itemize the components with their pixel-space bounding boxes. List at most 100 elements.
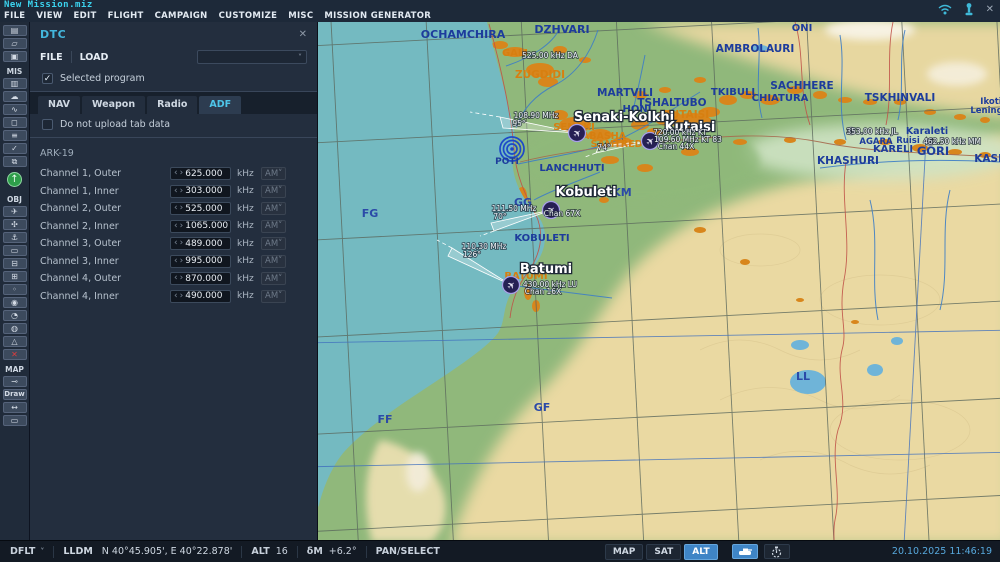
spinner-decrement-icon[interactable]: ‹: [174, 221, 178, 232]
channel-label: Channel 1, Outer: [40, 168, 122, 180]
region-button[interactable]: ▭: [2, 415, 27, 426]
sidebar-group-label-obj: OBJ: [7, 195, 22, 204]
frequency-input[interactable]: ‹ › 625.000: [170, 167, 231, 181]
frequency-input[interactable]: ‹ › 870.000: [170, 272, 231, 286]
toolbar-divider: [70, 51, 72, 63]
batumi-airport-icon[interactable]: ✈: [501, 275, 521, 295]
frequency-input[interactable]: ‹ › 489.000: [170, 237, 231, 251]
coord-format-label[interactable]: LLDM: [63, 546, 92, 557]
tab-nav[interactable]: NAV: [38, 96, 81, 114]
frequency-input[interactable]: ‹ › 1065.000: [170, 219, 231, 233]
save-mission-button[interactable]: ▣: [2, 51, 27, 62]
unit-labels-toggle[interactable]: [731, 544, 758, 559]
spinner-increment-icon[interactable]: ›: [180, 256, 184, 267]
modulation-value: AM: [265, 168, 279, 179]
map-city-label: LANCHHUTI: [539, 163, 604, 174]
menu-item-file[interactable]: FILE: [4, 11, 25, 21]
menu-item-mission-generator[interactable]: MISSION GENERATOR: [324, 11, 431, 21]
draw-button[interactable]: Draw: [2, 389, 27, 400]
route-tool-button[interactable]: ∿: [2, 104, 27, 115]
map-annotation: 70°: [493, 212, 507, 221]
senaki-kolkhi-airport-icon[interactable]: ✈: [567, 123, 587, 143]
selected-program-checkbox[interactable]: ✓: [42, 72, 53, 84]
chevron-down-icon: ˅: [278, 256, 283, 267]
profile-value: DFLT: [10, 546, 36, 557]
map-city-label: ZUGDIDI: [515, 69, 565, 81]
frequency-input[interactable]: ‹ › 303.000: [170, 184, 231, 198]
map-annotation: 74°: [597, 143, 611, 152]
map-grid-label: GF: [534, 401, 551, 414]
spinner-decrement-icon[interactable]: ‹: [174, 186, 178, 197]
open-mission-button[interactable]: ▱: [2, 38, 27, 49]
add-carriage-button[interactable]: ⊞: [2, 271, 27, 282]
menu-item-misc[interactable]: MISC: [288, 11, 313, 21]
frequency-input[interactable]: ‹ › 525.000: [170, 202, 231, 216]
layer-button-alt[interactable]: ALT: [684, 543, 718, 560]
frequency-value: 995.000: [185, 256, 223, 267]
new-mission-button[interactable]: ▤: [2, 25, 27, 36]
tab-adf[interactable]: ADF: [199, 96, 242, 114]
spinner-increment-icon[interactable]: ›: [180, 168, 184, 179]
menu-item-campaign[interactable]: CAMPAIGN: [155, 11, 208, 21]
do-not-upload-checkbox[interactable]: [42, 118, 53, 130]
spinner-decrement-icon[interactable]: ‹: [174, 203, 178, 214]
tab-weapon[interactable]: Weapon: [82, 96, 146, 114]
network-icon[interactable]: [938, 4, 952, 15]
menu-item-view[interactable]: VIEW: [36, 11, 62, 21]
payload-button[interactable]: ≡: [2, 130, 27, 141]
add-zone-button[interactable]: ◍: [2, 323, 27, 334]
add-train-button[interactable]: ⊟: [2, 258, 27, 269]
spinner-increment-icon[interactable]: ›: [180, 221, 184, 232]
dtc-file-button[interactable]: FILE: [40, 52, 63, 63]
frequency-value: 303.000: [185, 186, 223, 197]
spinner-decrement-icon[interactable]: ‹: [174, 256, 178, 267]
joystick-icon[interactable]: [964, 3, 974, 16]
spinner-increment-icon[interactable]: ›: [180, 291, 184, 302]
spinner-decrement-icon[interactable]: ‹: [174, 238, 178, 249]
frequency-input[interactable]: ‹ › 995.000: [170, 254, 231, 268]
add-ship-button[interactable]: ⚓: [2, 232, 27, 243]
add-helicopter-button[interactable]: ✣: [2, 219, 27, 230]
map-canvas[interactable]: POTI OCHAMCHIRA DZHVARI MARTVILI HONI TSHALTU…: [318, 22, 1000, 540]
dtc-panel-title: DTC: [40, 27, 67, 41]
map-key-button[interactable]: ⊸: [2, 376, 27, 387]
spinner-decrement-icon[interactable]: ‹: [174, 291, 178, 302]
triggers-button[interactable]: ⧉: [2, 156, 27, 167]
layer-button-map[interactable]: MAP: [604, 543, 644, 560]
dtc-load-button[interactable]: LOAD: [80, 52, 109, 63]
add-aircraft-button[interactable]: ✈: [2, 206, 27, 217]
briefing-button[interactable]: ▥: [2, 78, 27, 89]
time-acceleration-button[interactable]: [763, 544, 790, 559]
add-template-button[interactable]: △: [2, 336, 27, 347]
add-clock-button[interactable]: ◔: [2, 310, 27, 321]
select-frame-button[interactable]: ◻: [2, 117, 27, 128]
tab-radio[interactable]: Radio: [147, 96, 198, 114]
spinner-increment-icon[interactable]: ›: [180, 203, 184, 214]
spinner-decrement-icon[interactable]: ‹: [174, 168, 178, 179]
upload-mission-button[interactable]: ↑: [7, 172, 22, 187]
frequency-input[interactable]: ‹ › 490.000: [170, 289, 231, 303]
close-window-icon[interactable]: ✕: [986, 4, 994, 15]
profile-dropdown[interactable]: DFLT ˅: [10, 546, 44, 557]
layer-button-sat[interactable]: SAT: [646, 543, 682, 560]
add-vehicle-button[interactable]: ▭: [2, 245, 27, 256]
menu-item-edit[interactable]: EDIT: [74, 11, 97, 21]
menu-item-flight[interactable]: FLIGHT: [108, 11, 144, 21]
magvar-label: δM: [306, 546, 323, 557]
adf-channel-row: Channel 4, Outer ‹ › 870.000 kHz AM ˅: [30, 270, 317, 288]
measure-button[interactable]: ↔: [2, 402, 27, 413]
map-city-label: KASPI: [974, 153, 1000, 165]
spinner-increment-icon[interactable]: ›: [180, 273, 184, 284]
menu-item-customize[interactable]: CUSTOMIZE: [219, 11, 278, 21]
map-mission-label: Batumi: [520, 262, 572, 277]
add-waypoint-button[interactable]: ◦: [2, 284, 27, 295]
delete-object-button[interactable]: ✕: [2, 349, 27, 360]
spinner-decrement-icon[interactable]: ‹: [174, 273, 178, 284]
weather-button[interactable]: ☁: [2, 91, 27, 102]
spinner-increment-icon[interactable]: ›: [180, 238, 184, 249]
add-static-button[interactable]: ◉: [2, 297, 27, 308]
spinner-increment-icon[interactable]: ›: [180, 186, 184, 197]
dtc-file-dropdown[interactable]: ˅: [197, 50, 307, 64]
dtc-close-icon[interactable]: ✕: [299, 29, 307, 40]
validate-button[interactable]: ✓: [2, 143, 27, 154]
